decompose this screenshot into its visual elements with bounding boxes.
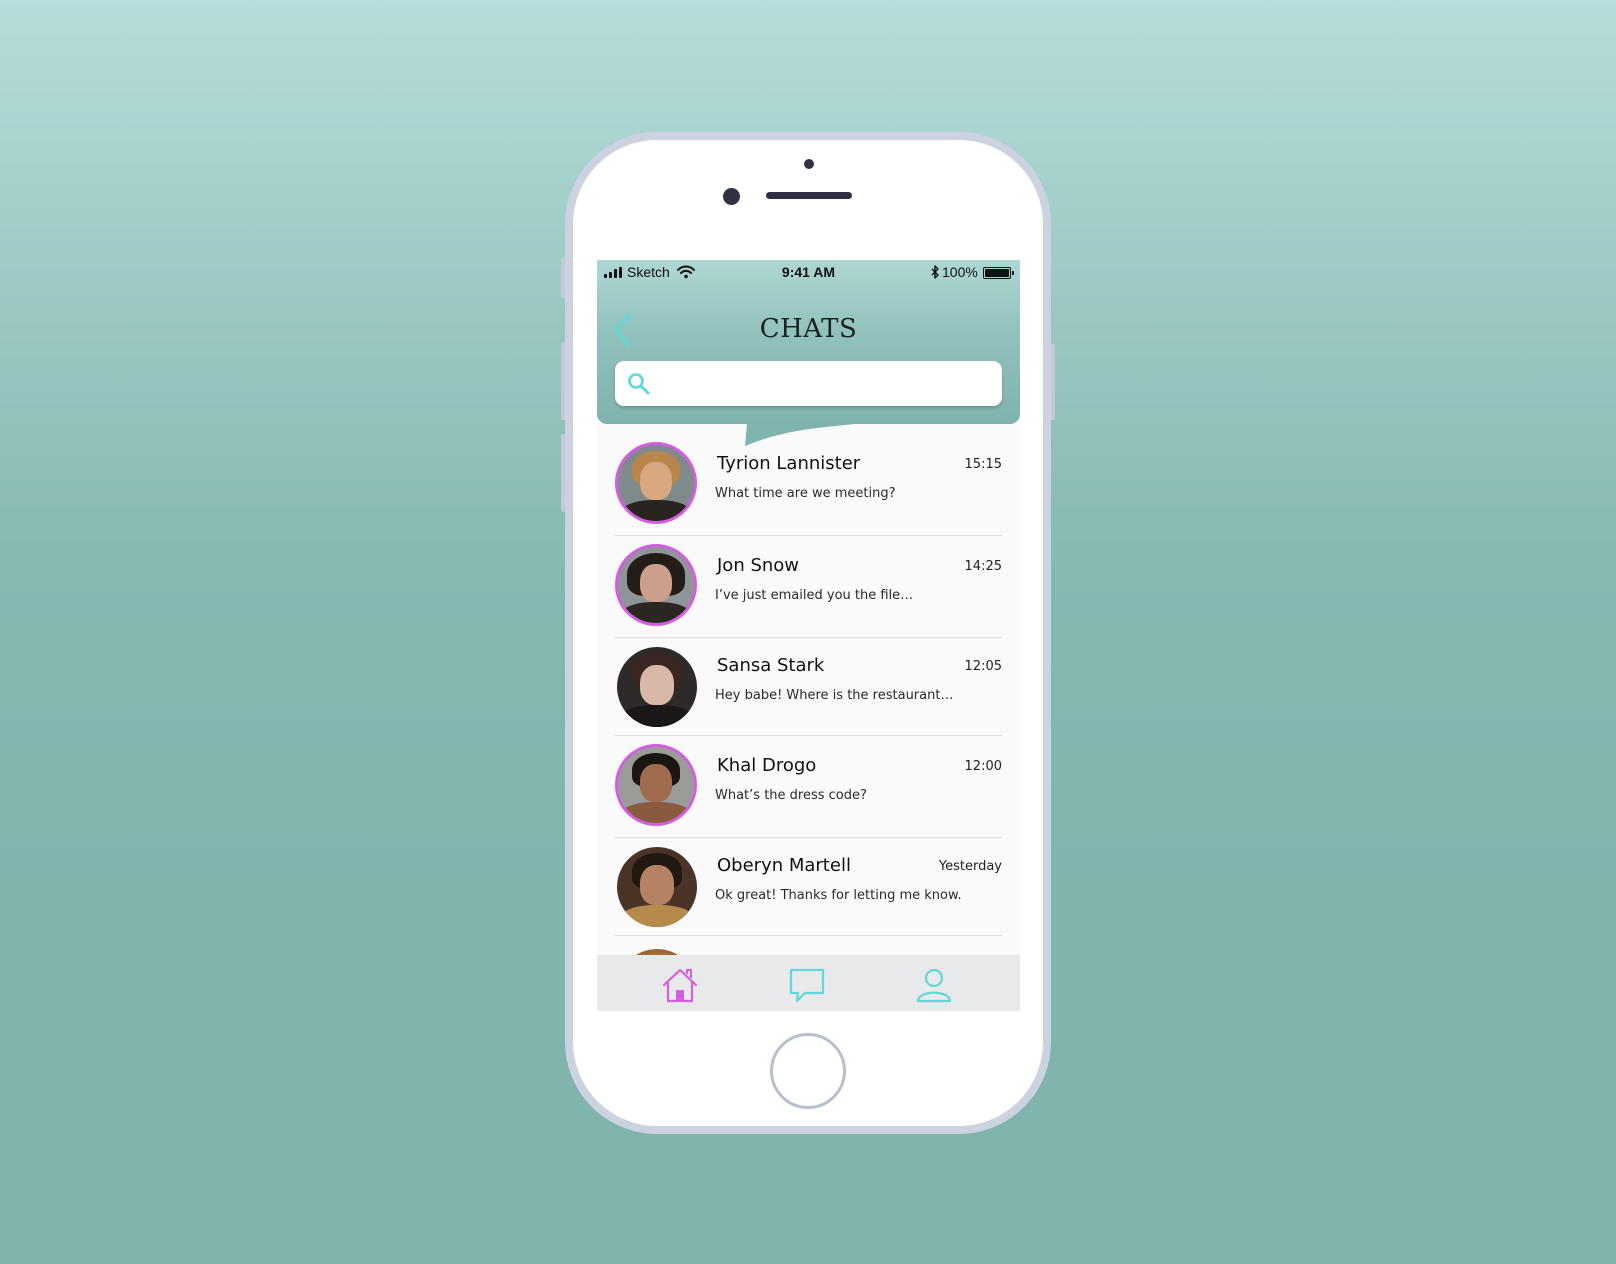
contact-name: Tyrion Lannister (717, 453, 861, 474)
contact-name: Oberyn Martell (717, 855, 851, 876)
message-time: Yesterday (938, 859, 1002, 874)
home-hardware-button[interactable] (770, 1033, 846, 1109)
earpiece-speaker (766, 192, 852, 199)
message-time: 12:05 (964, 659, 1002, 674)
search-bar[interactable] (615, 361, 1002, 408)
message-preview: Hey babe! Where is the restaurant… (715, 688, 954, 703)
avatar (615, 544, 697, 626)
contact-name: Khal Drogo (717, 755, 817, 776)
chat-item-oberyn-martell[interactable]: Oberyn Martell Yesterday Ok great! Thank… (615, 838, 1002, 936)
front-camera (723, 188, 740, 205)
home-icon[interactable] (660, 965, 700, 1005)
app-screen: Sketch 9:41 AM 100% CHATS Tyrion Lannist… (597, 260, 1020, 1011)
search-input[interactable] (661, 361, 995, 408)
message-time: 14:25 (964, 559, 1002, 574)
message-time: 12:00 (964, 759, 1002, 774)
user-icon[interactable] (914, 965, 954, 1005)
bluetooth-icon (931, 265, 939, 279)
contact-name: Sansa Stark (717, 655, 825, 676)
avatar (617, 847, 697, 927)
chat-item-sansa-stark[interactable]: Sansa Stark 12:05 Hey babe! Where is the… (615, 638, 1002, 736)
chat-item-tyrion-lannister[interactable]: Tyrion Lannister 15:15 What time are we … (615, 434, 1002, 536)
avatar (617, 647, 697, 727)
chat-item-khal-drogo[interactable]: Khal Drogo 12:00 What’s the dress code? (615, 736, 1002, 838)
avatar (615, 744, 697, 826)
battery-icon (983, 267, 1014, 279)
message-preview: What’s the dress code? (715, 788, 867, 803)
page-title: CHATS (759, 314, 858, 344)
message-time: 15:15 (964, 457, 1002, 472)
bottom-tab-bar (597, 955, 1020, 1011)
search-icon (628, 373, 650, 395)
chat-item-jon-snow[interactable]: Jon Snow 14:25 I’ve just emailed you the… (615, 536, 1002, 638)
message-preview: What time are we meeting? (715, 486, 896, 501)
chat-bubble-icon[interactable] (787, 965, 827, 1005)
status-bar: Sketch 9:41 AM 100% (597, 260, 1020, 284)
message-preview: I’ve just emailed you the file… (715, 588, 914, 603)
battery-percentage: 100% (942, 264, 978, 280)
message-preview: Ok great! Thanks for letting me know. (715, 888, 962, 903)
avatar (615, 442, 697, 524)
proximity-sensor (804, 159, 814, 169)
contact-name: Jon Snow (717, 555, 800, 576)
